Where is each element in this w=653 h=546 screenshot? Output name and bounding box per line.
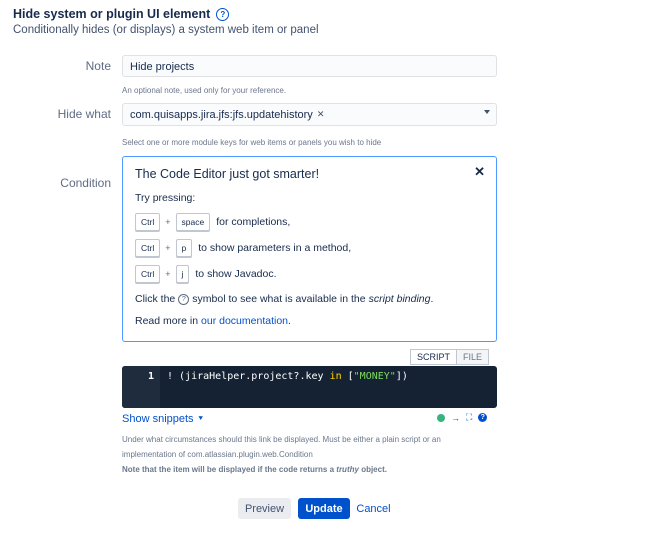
editor-tabs: SCRIPT FILE: [410, 349, 490, 365]
try-pressing-text: Try pressing:: [135, 192, 196, 204]
double-chevron-down-icon: ⯆: [197, 414, 204, 423]
preview-button[interactable]: Preview: [238, 498, 291, 519]
shortcut-text: to show parameters in a method,: [198, 242, 352, 254]
arrow-right-icon[interactable]: →: [451, 413, 460, 423]
tips-title: The Code Editor just got smarter!: [135, 167, 320, 181]
read-more-line: Read more in our documentation .: [135, 315, 291, 327]
shortcut-key: space: [175, 213, 211, 231]
cancel-button[interactable]: Cancel: [356, 498, 391, 519]
script-binding-text: script binding: [368, 293, 431, 305]
ctrl-key: Ctrl: [135, 239, 161, 257]
code-editor-tips-panel: The Code Editor just got smarter! ✕ Try …: [122, 156, 497, 342]
condition-description-1: Under what circumstances should this lin…: [122, 435, 441, 444]
condition-description-2: implementation of com.atlassian.plugin.w…: [122, 450, 313, 459]
line-number: 1: [148, 371, 155, 382]
selected-module-tag: com.quisapps.jira.jfs:jfs.updatehistory …: [130, 109, 324, 121]
ctrl-key: Ctrl: [135, 213, 161, 231]
shortcut-row: Ctrl + p to show parameters in a method,: [135, 239, 351, 257]
documentation-link[interactable]: our documentation: [201, 315, 288, 327]
hide-what-hint: Select one or more module keys for web i…: [122, 138, 382, 147]
page-title-text: Hide system or plugin UI element: [13, 7, 211, 21]
remove-tag-icon[interactable]: ✕: [317, 109, 325, 120]
ctrl-key: Ctrl: [135, 265, 161, 283]
tab-file[interactable]: FILE: [457, 349, 490, 365]
tab-script[interactable]: SCRIPT: [410, 349, 458, 365]
help-icon[interactable]: ?: [478, 413, 488, 422]
page-subtitle: Conditionally hides (or displays) a syst…: [13, 24, 319, 36]
code-editor[interactable]: 1 ! (jiraHelper.project?.key in ["MONEY"…: [122, 366, 497, 408]
shortcut-text: for completions,: [216, 216, 291, 228]
hide-what-select[interactable]: com.quisapps.jira.jfs:jfs.updatehistory …: [122, 103, 497, 126]
condition-label: Condition: [60, 176, 111, 190]
editor-gutter: [122, 366, 160, 408]
shortcut-key: j: [175, 265, 190, 283]
fullscreen-icon[interactable]: ⛶: [466, 412, 472, 423]
show-snippets-link[interactable]: Show snippets ⯆: [122, 413, 204, 425]
status-ok-icon: [437, 413, 445, 422]
help-icon[interactable]: ?: [178, 293, 190, 305]
script-binding-line: Click the ? symbol to see what is availa…: [135, 293, 434, 305]
shortcut-text: to show Javadoc.: [195, 268, 277, 280]
close-icon[interactable]: ✕: [474, 164, 485, 180]
help-icon[interactable]: ?: [216, 7, 230, 21]
selected-module-text: com.quisapps.jira.jfs:jfs.updatehistory: [130, 108, 313, 121]
code-line[interactable]: ! (jiraHelper.project?.key in ["MONEY"]): [167, 371, 408, 382]
shortcut-row: Ctrl + space for completions,: [135, 213, 290, 231]
hide-what-label: Hide what: [57, 107, 111, 121]
editor-toolbar: → ⛶ ?: [437, 412, 488, 423]
note-hint: An optional note, used only for your ref…: [122, 86, 287, 95]
shortcut-key: p: [175, 239, 193, 257]
page-title: Hide system or plugin UI element ?: [13, 7, 230, 21]
note-label: Note: [85, 59, 111, 73]
chevron-down-icon[interactable]: [484, 110, 490, 114]
note-input[interactable]: Hide projects: [122, 55, 497, 77]
condition-description-3: Note that the item will be displayed if …: [122, 465, 387, 474]
shortcut-row: Ctrl + j to show Javadoc.: [135, 265, 277, 283]
update-button[interactable]: Update: [298, 498, 350, 519]
